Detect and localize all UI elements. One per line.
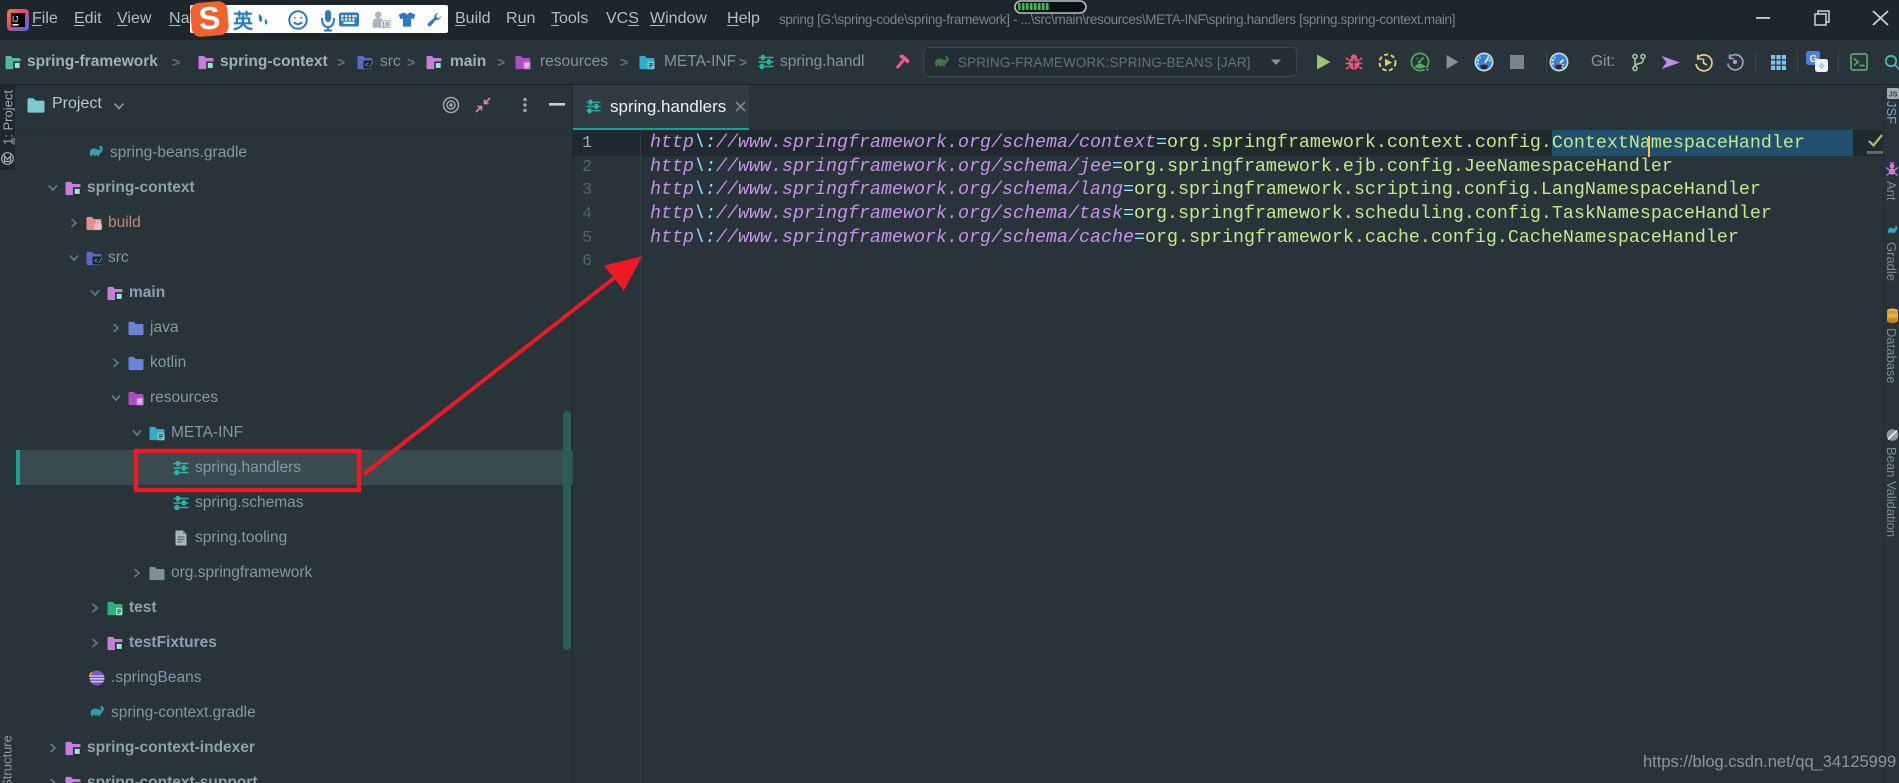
svg-text:19: 19: [382, 21, 390, 28]
svg-text:JS: JS: [1889, 90, 1898, 99]
svg-text:✧: ✧: [1818, 62, 1826, 73]
svg-text:</>: </>: [94, 258, 103, 266]
svg-text:z: z: [1561, 63, 1565, 70]
svg-text:IJ: IJ: [12, 15, 18, 24]
svg-text:</>: </>: [365, 62, 374, 70]
